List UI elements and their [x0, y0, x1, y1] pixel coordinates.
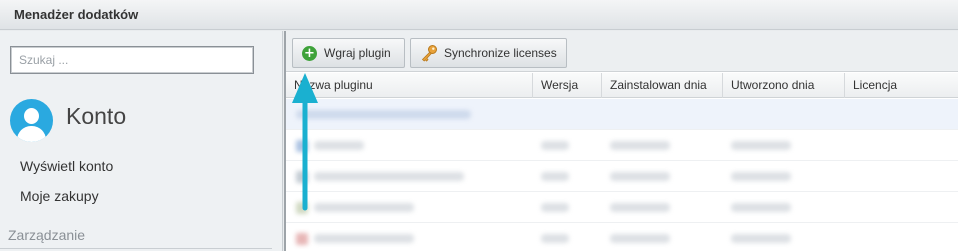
- column-header-license[interactable]: Licencja: [845, 73, 958, 98]
- blurred-text: [314, 172, 464, 181]
- table-header: Nazwa pluginu Wersja Zainstalowan dnia U…: [286, 73, 958, 98]
- sidebar-item-view-account[interactable]: Wyświetl konto: [20, 158, 113, 174]
- blurred-text: [541, 172, 569, 181]
- blurred-text: [610, 203, 670, 212]
- title-bar: Menadżer dodatków: [0, 0, 958, 30]
- table-row[interactable]: [286, 223, 958, 251]
- blurred-text: [731, 172, 791, 181]
- column-header-installed[interactable]: Zainstalowan dnia: [602, 73, 723, 98]
- upload-plugin-button[interactable]: + Wgraj plugin: [292, 38, 405, 68]
- blurred-text: [731, 203, 791, 212]
- column-header-version[interactable]: Wersja: [533, 73, 602, 98]
- sidebar-divider: [0, 248, 272, 249]
- blurred-text: [541, 203, 569, 212]
- table-group-row[interactable]: [286, 99, 958, 130]
- blurred-text: [610, 172, 670, 181]
- synchronize-licenses-label: Synchronize licenses: [444, 46, 557, 60]
- plus-circle-icon: +: [302, 45, 317, 61]
- plugin-icon: [296, 233, 308, 245]
- blurred-text: [314, 234, 414, 243]
- blurred-text: [541, 141, 569, 150]
- blurred-text: [610, 141, 670, 150]
- account-title: Konto: [66, 103, 127, 129]
- column-header-created[interactable]: Utworzono dnia: [723, 73, 845, 98]
- blurred-text: [296, 110, 471, 119]
- window-title: Menadżer dodatków: [14, 7, 139, 22]
- search-input[interactable]: [10, 46, 254, 74]
- sidebar: Konto Wyświetl konto Moje zakupy Zarządz…: [0, 31, 283, 251]
- table-row[interactable]: [286, 192, 958, 223]
- table-body: [286, 99, 958, 251]
- plugin-manager-panel: + Wgraj plugin Synchronize licenses Nazw…: [284, 31, 958, 251]
- synchronize-licenses-button[interactable]: Synchronize licenses: [410, 38, 567, 68]
- toolbar: + Wgraj plugin Synchronize licenses: [286, 31, 958, 72]
- blurred-text: [314, 141, 364, 150]
- user-avatar-icon: [10, 99, 53, 142]
- blurred-text: [610, 234, 670, 243]
- blurred-text: [731, 141, 791, 150]
- sidebar-item-my-purchases[interactable]: Moje zakupy: [20, 188, 99, 204]
- upload-plugin-label: Wgraj plugin: [324, 46, 391, 60]
- column-header-plugin-name[interactable]: Nazwa pluginu: [286, 73, 533, 98]
- sidebar-section-management: Zarządzanie: [8, 227, 86, 243]
- key-icon: [421, 45, 437, 62]
- table-row[interactable]: [286, 130, 958, 161]
- blurred-text: [541, 234, 569, 243]
- plugin-icon: [296, 202, 308, 214]
- table-row[interactable]: [286, 161, 958, 192]
- plugin-icon: [296, 140, 308, 152]
- plugin-icon: [296, 171, 308, 183]
- blurred-text: [731, 234, 791, 243]
- blurred-text: [314, 203, 414, 212]
